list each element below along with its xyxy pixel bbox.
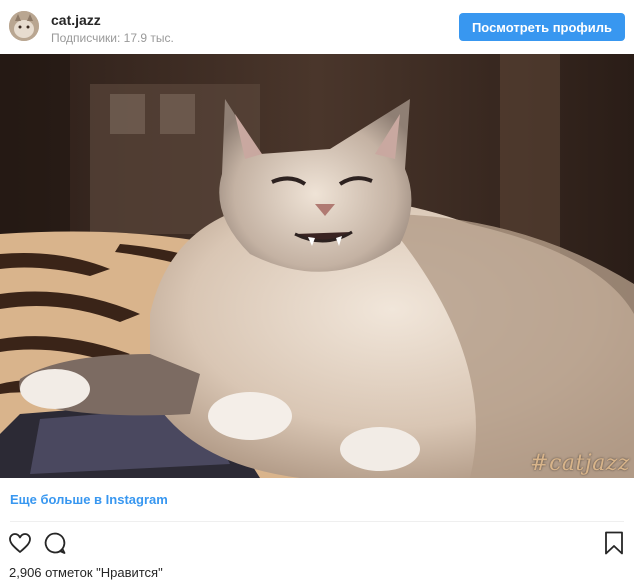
comment-icon[interactable] [43, 531, 67, 555]
bookmark-icon[interactable] [603, 531, 625, 555]
post-photo[interactable]: #catjazz [0, 54, 634, 478]
followers-count: Подписчики: 17.9 тыс. [51, 31, 174, 45]
more-on-instagram-link[interactable]: Еще больше в Instagram [10, 492, 168, 507]
cat-photo-illustration [0, 54, 634, 478]
post-header: cat.jazz Подписчики: 17.9 тыс. Посмотрет… [0, 0, 634, 54]
heart-icon[interactable] [8, 531, 32, 555]
view-profile-button[interactable]: Посмотреть профиль [459, 13, 625, 41]
username[interactable]: cat.jazz [51, 12, 101, 28]
avatar[interactable] [9, 11, 39, 41]
divider [10, 521, 624, 522]
likes-count[interactable]: 2,906 отметок "Нравится" [9, 565, 163, 580]
photo-hashtag: #catjazz [530, 451, 630, 476]
